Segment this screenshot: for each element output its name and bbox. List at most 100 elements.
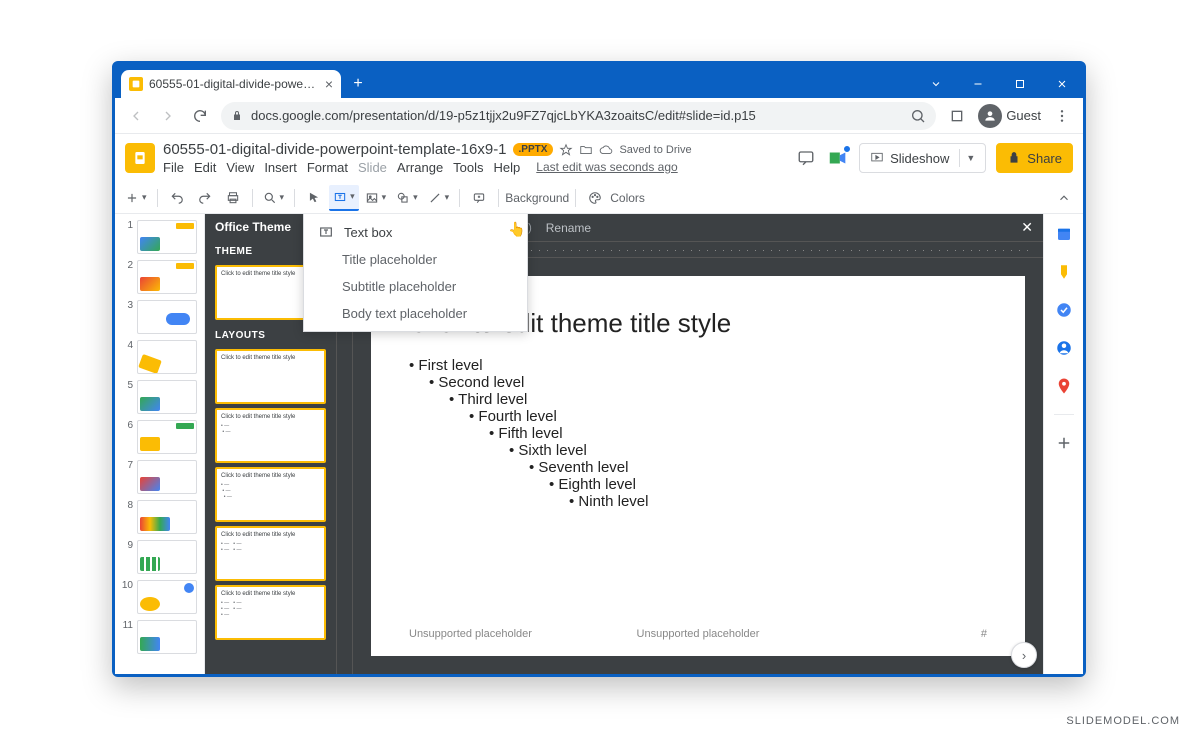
menu-tools[interactable]: Tools bbox=[453, 160, 483, 175]
zoom-icon[interactable]: ▾ bbox=[259, 185, 289, 211]
dropdown-item-subtitle[interactable]: Subtitle placeholder bbox=[304, 273, 527, 300]
thumb-row[interactable]: 3 bbox=[119, 300, 200, 334]
slide-thumb[interactable] bbox=[137, 500, 197, 534]
thumb-row[interactable]: 10 bbox=[119, 580, 200, 614]
menu-arrange[interactable]: Arrange bbox=[397, 160, 443, 175]
new-tab-button[interactable]: + bbox=[347, 73, 369, 95]
search-icon[interactable] bbox=[910, 108, 926, 124]
maximize-icon[interactable] bbox=[999, 70, 1041, 98]
slide-thumb[interactable] bbox=[137, 300, 197, 334]
close-window-icon[interactable] bbox=[1041, 70, 1083, 98]
slide-thumb[interactable] bbox=[137, 260, 197, 294]
dropdown-item-textbox[interactable]: Text box bbox=[304, 218, 527, 246]
select-tool-icon[interactable] bbox=[301, 185, 327, 211]
add-addon-icon[interactable] bbox=[1054, 433, 1074, 453]
dropdown-item-title[interactable]: Title placeholder bbox=[304, 246, 527, 273]
thumb-row[interactable]: 4 bbox=[119, 340, 200, 374]
thumb-row[interactable]: 1 bbox=[119, 220, 200, 254]
layout-thumb[interactable]: Click to edit theme title style• — • —• … bbox=[215, 526, 326, 581]
menu-view[interactable]: View bbox=[226, 160, 254, 175]
slideshow-button[interactable]: Slideshow ▼ bbox=[859, 143, 986, 173]
slide-thumb[interactable] bbox=[137, 460, 197, 494]
share-button[interactable]: Share bbox=[996, 143, 1073, 173]
layout-thumb[interactable]: Click to edit theme title style• — • —• … bbox=[215, 585, 326, 640]
print-icon[interactable] bbox=[220, 185, 246, 211]
thumb-row[interactable]: 6 bbox=[119, 420, 200, 454]
kebab-icon[interactable] bbox=[1051, 105, 1073, 127]
explore-button[interactable]: › bbox=[1011, 642, 1037, 668]
thumb-row[interactable]: 11 bbox=[119, 620, 200, 654]
background-button[interactable]: Background bbox=[505, 191, 569, 205]
doc-title[interactable]: 60555-01-digital-divide-powerpoint-templ… bbox=[163, 141, 507, 158]
reader-icon[interactable] bbox=[946, 105, 968, 127]
line-tool-icon[interactable]: ▾ bbox=[424, 185, 454, 211]
keep-icon[interactable] bbox=[1054, 262, 1074, 282]
thumb-row[interactable]: 2 bbox=[119, 260, 200, 294]
undo-icon[interactable] bbox=[164, 185, 190, 211]
textbox-tool-icon[interactable]: ▾ bbox=[329, 185, 359, 211]
menu-edit[interactable]: Edit bbox=[194, 160, 216, 175]
slide-thumb[interactable] bbox=[137, 580, 197, 614]
redo-icon[interactable] bbox=[192, 185, 218, 211]
browser-tab[interactable]: 60555-01-digital-divide-powerpo × bbox=[121, 70, 341, 98]
last-edit[interactable]: Last edit was seconds ago bbox=[536, 160, 677, 175]
shape-tool-icon[interactable]: ▾ bbox=[392, 185, 422, 211]
reload-icon[interactable] bbox=[189, 105, 211, 127]
calendar-icon[interactable] bbox=[1054, 224, 1074, 244]
minimize-icon[interactable] bbox=[957, 70, 999, 98]
thumb-row[interactable]: 9 bbox=[119, 540, 200, 574]
filmstrip[interactable]: 1 2 3 4 5 6 7 8 9 10 11 bbox=[115, 214, 205, 674]
tab-close-icon[interactable]: × bbox=[325, 76, 333, 92]
layout-thumb[interactable]: Click to edit theme title style bbox=[215, 349, 326, 404]
caret-down-icon[interactable] bbox=[915, 70, 957, 98]
move-icon[interactable] bbox=[579, 143, 593, 157]
thumb-row[interactable]: 7 bbox=[119, 460, 200, 494]
body-level[interactable]: First level bbox=[409, 357, 987, 374]
image-tool-icon[interactable]: ▾ bbox=[361, 185, 391, 211]
body-level[interactable]: Ninth level bbox=[569, 493, 987, 510]
menu-slide[interactable]: Slide bbox=[358, 160, 387, 175]
slide-thumb[interactable] bbox=[137, 220, 197, 254]
slides-logo[interactable] bbox=[125, 143, 155, 173]
slide-thumb[interactable] bbox=[137, 620, 197, 654]
thumb-row[interactable]: 8 bbox=[119, 500, 200, 534]
forward-icon[interactable] bbox=[157, 105, 179, 127]
thumb-row[interactable]: 5 bbox=[119, 380, 200, 414]
dropdown-item-body[interactable]: Body text placeholder bbox=[304, 300, 527, 327]
rename-button[interactable]: Rename bbox=[546, 221, 591, 235]
meet-icon[interactable] bbox=[827, 147, 849, 169]
unsupported-placeholder: Unsupported placeholder bbox=[409, 628, 532, 640]
body-level[interactable]: Fourth level bbox=[469, 408, 987, 425]
master-slide[interactable]: Click to edit theme title style First le… bbox=[371, 276, 1025, 656]
maps-icon[interactable] bbox=[1054, 376, 1074, 396]
menu-help[interactable]: Help bbox=[494, 160, 521, 175]
comment-tool-icon[interactable] bbox=[466, 185, 492, 211]
star-icon[interactable] bbox=[559, 143, 573, 157]
body-level[interactable]: Second level bbox=[429, 374, 987, 391]
chevron-down-icon[interactable]: ▼ bbox=[966, 153, 975, 163]
new-slide-button[interactable]: ▾ bbox=[121, 185, 151, 211]
layout-thumb[interactable]: Click to edit theme title style• — • — bbox=[215, 408, 326, 463]
profile-chip[interactable]: Guest bbox=[978, 104, 1041, 128]
menu-format[interactable]: Format bbox=[307, 160, 348, 175]
body-level[interactable]: Third level bbox=[449, 391, 987, 408]
collapse-toolbar-icon[interactable] bbox=[1051, 185, 1077, 211]
slide-thumb[interactable] bbox=[137, 380, 197, 414]
layout-thumb[interactable]: Click to edit theme title style• — • — •… bbox=[215, 467, 326, 522]
slide-thumb[interactable] bbox=[137, 420, 197, 454]
comments-icon[interactable] bbox=[795, 147, 817, 169]
slide-thumb[interactable] bbox=[137, 340, 197, 374]
contacts-icon[interactable] bbox=[1054, 338, 1074, 358]
address-input[interactable]: docs.google.com/presentation/d/19-p5z1tj… bbox=[221, 102, 936, 130]
close-theme-icon[interactable]: ✕ bbox=[1021, 219, 1033, 236]
menu-file[interactable]: File bbox=[163, 160, 184, 175]
body-level[interactable]: Eighth level bbox=[549, 476, 987, 493]
body-level[interactable]: Fifth level bbox=[489, 425, 987, 442]
colors-button[interactable]: Colors bbox=[610, 191, 645, 205]
menu-insert[interactable]: Insert bbox=[264, 160, 297, 175]
tasks-icon[interactable] bbox=[1054, 300, 1074, 320]
slide-thumb[interactable] bbox=[137, 540, 197, 574]
back-icon[interactable] bbox=[125, 105, 147, 127]
body-level[interactable]: Seventh level bbox=[529, 459, 987, 476]
body-level[interactable]: Sixth level bbox=[509, 442, 987, 459]
